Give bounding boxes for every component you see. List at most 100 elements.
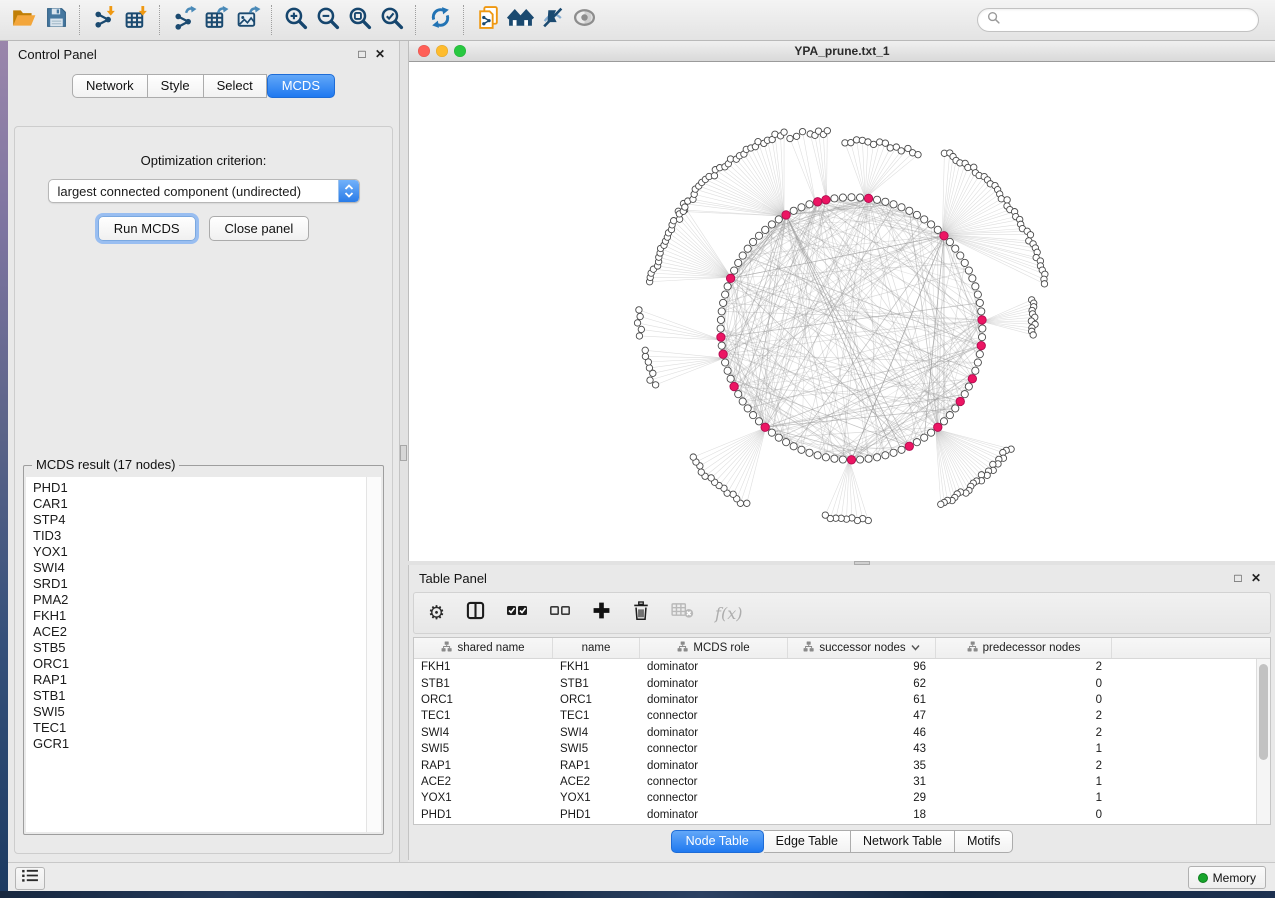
mcds-result-list[interactable]: PHD1CAR1STP4TID3YOX1SWI4SRD1PMA2FKH1ACE2… [26, 477, 367, 832]
gear-button[interactable]: ⚙ [428, 604, 445, 623]
tab-motifs[interactable]: Motifs [955, 830, 1013, 853]
cell-name[interactable]: PHD1 [553, 809, 640, 821]
task-history-button[interactable] [15, 867, 45, 890]
table-row[interactable]: SWI5SWI5connector431 [414, 741, 1270, 757]
hide-details-button[interactable] [536, 4, 568, 36]
table-row[interactable]: STB1STB1dominator620 [414, 675, 1270, 691]
table-row[interactable]: RAP1RAP1dominator352 [414, 757, 1270, 773]
add-row-button[interactable] [592, 601, 611, 625]
close-panel-icon[interactable]: ✕ [371, 45, 389, 63]
cell-successor-nodes[interactable]: 96 [788, 661, 936, 673]
cell-shared-name[interactable]: TEC1 [414, 710, 553, 722]
birds-eye-button[interactable] [568, 4, 600, 36]
cell-successor-nodes[interactable]: 31 [788, 776, 936, 788]
cell-shared-name[interactable]: SWI5 [414, 743, 553, 755]
save-button[interactable] [40, 4, 72, 36]
zoom-selected-button[interactable] [376, 4, 408, 36]
tab-edge-table[interactable]: Edge Table [764, 830, 851, 853]
float-panel-icon[interactable]: □ [1229, 569, 1247, 587]
cell-predecessor-nodes[interactable]: 0 [936, 809, 1112, 821]
float-panel-icon[interactable]: □ [353, 45, 371, 63]
tab-network-table[interactable]: Network Table [851, 830, 955, 853]
cell-MCDS-role[interactable]: dominator [640, 760, 788, 772]
cell-shared-name[interactable]: RAP1 [414, 760, 553, 772]
mcds-result-item[interactable]: STP4 [33, 512, 367, 528]
mcds-result-item[interactable]: TEC1 [33, 720, 367, 736]
table-row[interactable]: YOX1YOX1connector291 [414, 790, 1270, 806]
cell-shared-name[interactable]: ORC1 [414, 694, 553, 706]
cell-MCDS-role[interactable]: dominator [640, 661, 788, 673]
cell-MCDS-role[interactable]: connector [640, 792, 788, 804]
run-mcds-button[interactable]: Run MCDS [98, 216, 196, 241]
cell-name[interactable]: ACE2 [553, 776, 640, 788]
cell-shared-name[interactable]: FKH1 [414, 661, 553, 673]
delete-table-button[interactable] [671, 602, 694, 624]
cell-MCDS-role[interactable]: connector [640, 710, 788, 722]
cell-predecessor-nodes[interactable]: 1 [936, 776, 1112, 788]
mcds-result-item[interactable]: FKH1 [33, 608, 367, 624]
import-network-button[interactable] [88, 4, 120, 36]
cell-successor-nodes[interactable]: 61 [788, 694, 936, 706]
cell-shared-name[interactable]: STB1 [414, 678, 553, 690]
mcds-result-item[interactable]: ACE2 [33, 624, 367, 640]
tab-node-table[interactable]: Node Table [671, 830, 764, 853]
cell-name[interactable]: FKH1 [553, 661, 640, 673]
column-header-successor-nodes[interactable]: successor nodes [788, 638, 936, 658]
table-row[interactable]: FKH1FKH1dominator962 [414, 659, 1270, 675]
cell-predecessor-nodes[interactable]: 0 [936, 694, 1112, 706]
table-scrollbar[interactable] [1256, 659, 1270, 824]
mcds-result-item[interactable]: STB5 [33, 640, 367, 656]
cell-shared-name[interactable]: ACE2 [414, 776, 553, 788]
cell-shared-name[interactable]: YOX1 [414, 792, 553, 804]
mcds-result-item[interactable]: YOX1 [33, 544, 367, 560]
cell-successor-nodes[interactable]: 62 [788, 678, 936, 690]
tab-mcds[interactable]: MCDS [267, 74, 335, 98]
search-input[interactable] [1005, 12, 1249, 28]
table-scrollbar-thumb[interactable] [1259, 664, 1268, 760]
zoom-in-button[interactable] [280, 4, 312, 36]
mcds-result-item[interactable]: SWI5 [33, 704, 367, 720]
columns-button[interactable] [466, 601, 485, 625]
mcds-result-item[interactable]: CAR1 [33, 496, 367, 512]
mcds-result-item[interactable]: GCR1 [33, 736, 367, 752]
cell-successor-nodes[interactable]: 18 [788, 809, 936, 821]
splitter-grip[interactable] [400, 445, 407, 461]
delete-row-button[interactable] [632, 601, 650, 626]
mcds-result-item[interactable]: TID3 [33, 528, 367, 544]
cell-MCDS-role[interactable]: connector [640, 776, 788, 788]
tab-select[interactable]: Select [204, 74, 267, 98]
cell-MCDS-role[interactable]: dominator [640, 678, 788, 690]
table-row[interactable]: TEC1TEC1connector472 [414, 708, 1270, 724]
cell-predecessor-nodes[interactable]: 1 [936, 792, 1112, 804]
mcds-result-item[interactable]: PHD1 [33, 480, 367, 496]
cell-predecessor-nodes[interactable]: 2 [936, 710, 1112, 722]
column-header-MCDS-role[interactable]: MCDS role [640, 638, 788, 658]
table-row[interactable]: ACE2ACE2connector311 [414, 774, 1270, 790]
import-table-button[interactable] [120, 4, 152, 36]
cell-name[interactable]: ORC1 [553, 694, 640, 706]
cell-successor-nodes[interactable]: 46 [788, 727, 936, 739]
cell-name[interactable]: RAP1 [553, 760, 640, 772]
cell-successor-nodes[interactable]: 43 [788, 743, 936, 755]
cell-predecessor-nodes[interactable]: 2 [936, 661, 1112, 673]
column-header-name[interactable]: name [553, 638, 640, 658]
cell-successor-nodes[interactable]: 35 [788, 760, 936, 772]
unselect-all-button[interactable] [549, 603, 571, 624]
close-panel-button[interactable]: Close panel [209, 216, 310, 241]
mcds-result-item[interactable]: ORC1 [33, 656, 367, 672]
table-row[interactable]: SWI4SWI4dominator462 [414, 725, 1270, 741]
zoom-fit-button[interactable] [344, 4, 376, 36]
optimization-criterion-select[interactable]: largest connected component (undirected) [48, 179, 360, 203]
select-all-button[interactable] [506, 603, 528, 624]
export-network-button[interactable] [168, 4, 200, 36]
cell-predecessor-nodes[interactable]: 0 [936, 678, 1112, 690]
cell-successor-nodes[interactable]: 47 [788, 710, 936, 722]
cell-name[interactable]: STB1 [553, 678, 640, 690]
cell-predecessor-nodes[interactable]: 2 [936, 760, 1112, 772]
table-row[interactable]: ORC1ORC1dominator610 [414, 692, 1270, 708]
mcds-result-item[interactable]: SRD1 [33, 576, 367, 592]
tab-style[interactable]: Style [148, 74, 204, 98]
export-image-button[interactable] [232, 4, 264, 36]
tab-network[interactable]: Network [72, 74, 148, 98]
mcds-result-scrollbar[interactable] [366, 477, 381, 832]
